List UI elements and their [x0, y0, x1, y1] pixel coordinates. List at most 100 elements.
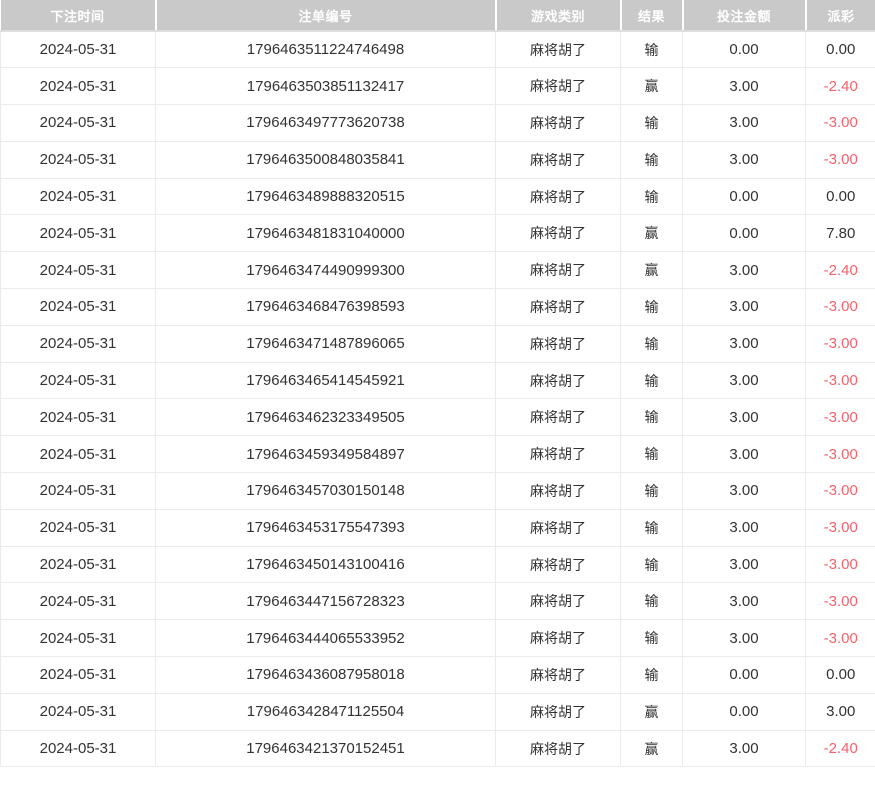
cell-game_type: 麻将胡了 — [496, 105, 621, 142]
cell-time: 2024-05-31 — [1, 399, 156, 436]
cell-time: 2024-05-31 — [1, 509, 156, 546]
column-header-order_id: 注单编号 — [156, 0, 496, 31]
cell-time: 2024-05-31 — [1, 583, 156, 620]
cell-time: 2024-05-31 — [1, 252, 156, 289]
cell-result: 赢 — [621, 693, 683, 730]
cell-order_id: 1796463465414545921 — [156, 362, 496, 399]
cell-game_type: 麻将胡了 — [496, 730, 621, 767]
cell-bet_amount: 3.00 — [683, 583, 806, 620]
cell-order_id: 1796463444065533952 — [156, 620, 496, 657]
table-row: 2024-05-311796463421370152451麻将胡了赢3.00-2… — [1, 730, 875, 767]
cell-bet_amount: 3.00 — [683, 620, 806, 657]
cell-result: 输 — [621, 509, 683, 546]
cell-game_type: 麻将胡了 — [496, 693, 621, 730]
table-header: 下注时间注单编号游戏类别结果投注金额派彩 — [1, 0, 875, 31]
cell-game_type: 麻将胡了 — [496, 436, 621, 473]
cell-payout: 0.00 — [806, 657, 875, 694]
cell-time: 2024-05-31 — [1, 178, 156, 215]
table-row: 2024-05-311796463462323349505麻将胡了输3.00-3… — [1, 399, 875, 436]
cell-time: 2024-05-31 — [1, 289, 156, 326]
cell-result: 输 — [621, 583, 683, 620]
column-header-payout: 派彩 — [806, 0, 875, 31]
cell-result: 输 — [621, 620, 683, 657]
cell-time: 2024-05-31 — [1, 68, 156, 105]
cell-payout: -3.00 — [806, 473, 875, 510]
cell-time: 2024-05-31 — [1, 436, 156, 473]
cell-bet_amount: 3.00 — [683, 68, 806, 105]
cell-payout: 0.00 — [806, 31, 875, 68]
cell-order_id: 1796463489888320515 — [156, 178, 496, 215]
table-row: 2024-05-311796463500848035841麻将胡了输3.00-3… — [1, 141, 875, 178]
cell-result: 输 — [621, 546, 683, 583]
cell-payout: -3.00 — [806, 141, 875, 178]
cell-bet_amount: 3.00 — [683, 325, 806, 362]
cell-payout: -3.00 — [806, 620, 875, 657]
cell-bet_amount: 0.00 — [683, 178, 806, 215]
column-header-game_type: 游戏类别 — [496, 0, 621, 31]
table-row: 2024-05-311796463459349584897麻将胡了输3.00-3… — [1, 436, 875, 473]
cell-game_type: 麻将胡了 — [496, 141, 621, 178]
cell-game_type: 麻将胡了 — [496, 252, 621, 289]
cell-payout: -3.00 — [806, 436, 875, 473]
cell-bet_amount: 3.00 — [683, 509, 806, 546]
cell-bet_amount: 0.00 — [683, 657, 806, 694]
cell-bet_amount: 3.00 — [683, 730, 806, 767]
cell-bet_amount: 3.00 — [683, 141, 806, 178]
cell-time: 2024-05-31 — [1, 657, 156, 694]
cell-payout: 7.80 — [806, 215, 875, 252]
column-header-time: 下注时间 — [1, 0, 156, 31]
cell-time: 2024-05-31 — [1, 215, 156, 252]
cell-time: 2024-05-31 — [1, 473, 156, 510]
table-row: 2024-05-311796463471487896065麻将胡了输3.00-3… — [1, 325, 875, 362]
cell-result: 输 — [621, 362, 683, 399]
table-row: 2024-05-311796463465414545921麻将胡了输3.00-3… — [1, 362, 875, 399]
cell-bet_amount: 3.00 — [683, 473, 806, 510]
cell-order_id: 1796463474490999300 — [156, 252, 496, 289]
cell-time: 2024-05-31 — [1, 325, 156, 362]
cell-bet_amount: 3.00 — [683, 105, 806, 142]
cell-time: 2024-05-31 — [1, 693, 156, 730]
cell-result: 赢 — [621, 730, 683, 767]
cell-result: 赢 — [621, 68, 683, 105]
cell-payout: -3.00 — [806, 105, 875, 142]
table-row: 2024-05-311796463481831040000麻将胡了赢0.007.… — [1, 215, 875, 252]
cell-time: 2024-05-31 — [1, 141, 156, 178]
table-row: 2024-05-311796463489888320515麻将胡了输0.000.… — [1, 178, 875, 215]
cell-payout: -2.40 — [806, 252, 875, 289]
cell-order_id: 1796463468476398593 — [156, 289, 496, 326]
cell-bet_amount: 3.00 — [683, 399, 806, 436]
cell-bet_amount: 3.00 — [683, 289, 806, 326]
bet-records-table: 下注时间注单编号游戏类别结果投注金额派彩 2024-05-31179646351… — [0, 0, 875, 767]
cell-game_type: 麻将胡了 — [496, 620, 621, 657]
cell-game_type: 麻将胡了 — [496, 215, 621, 252]
cell-game_type: 麻将胡了 — [496, 583, 621, 620]
cell-time: 2024-05-31 — [1, 31, 156, 68]
cell-order_id: 1796463481831040000 — [156, 215, 496, 252]
cell-result: 赢 — [621, 252, 683, 289]
column-header-result: 结果 — [621, 0, 683, 31]
cell-game_type: 麻将胡了 — [496, 325, 621, 362]
cell-order_id: 1796463447156728323 — [156, 583, 496, 620]
cell-result: 输 — [621, 436, 683, 473]
table-row: 2024-05-311796463453175547393麻将胡了输3.00-3… — [1, 509, 875, 546]
cell-time: 2024-05-31 — [1, 546, 156, 583]
cell-bet_amount: 0.00 — [683, 215, 806, 252]
cell-bet_amount: 0.00 — [683, 693, 806, 730]
cell-game_type: 麻将胡了 — [496, 399, 621, 436]
column-header-bet_amount: 投注金额 — [683, 0, 806, 31]
table-row: 2024-05-311796463444065533952麻将胡了输3.00-3… — [1, 620, 875, 657]
cell-result: 输 — [621, 657, 683, 694]
table-body: 2024-05-311796463511224746498麻将胡了输0.000.… — [1, 31, 875, 767]
table-row: 2024-05-311796463428471125504麻将胡了赢0.003.… — [1, 693, 875, 730]
table-row: 2024-05-311796463468476398593麻将胡了输3.00-3… — [1, 289, 875, 326]
cell-payout: -3.00 — [806, 325, 875, 362]
cell-payout: -3.00 — [806, 509, 875, 546]
cell-result: 赢 — [621, 215, 683, 252]
cell-payout: -3.00 — [806, 583, 875, 620]
cell-result: 输 — [621, 31, 683, 68]
cell-payout: 3.00 — [806, 693, 875, 730]
cell-time: 2024-05-31 — [1, 620, 156, 657]
cell-result: 输 — [621, 141, 683, 178]
cell-game_type: 麻将胡了 — [496, 657, 621, 694]
table-row: 2024-05-311796463511224746498麻将胡了输0.000.… — [1, 31, 875, 68]
